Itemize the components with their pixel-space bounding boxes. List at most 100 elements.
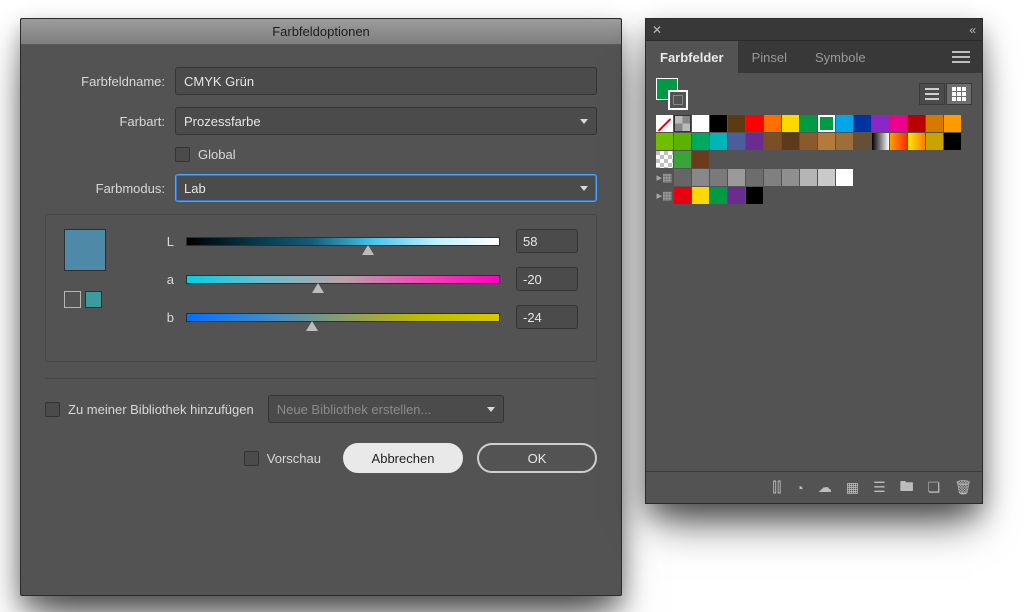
swatch-color[interactable] (746, 169, 763, 186)
swatch-color[interactable] (926, 115, 943, 132)
global-color-swatch (85, 291, 102, 308)
fill-stroke-indicator[interactable] (656, 78, 688, 110)
channel-b-slider[interactable] (186, 313, 500, 322)
swatch-none[interactable] (656, 115, 673, 132)
swatch-group-folder[interactable]: ▸▦ (656, 169, 673, 186)
color-preview-swatch (64, 229, 106, 271)
swatch-gradient[interactable] (908, 133, 925, 150)
swatch-color[interactable] (890, 115, 907, 132)
swatch-color[interactable] (800, 133, 817, 150)
cloud-icon[interactable]: ☁ (818, 479, 832, 496)
swatch-color[interactable] (728, 133, 745, 150)
swatch-color[interactable] (908, 115, 925, 132)
close-icon[interactable]: ✕ (652, 23, 662, 37)
swatch-color[interactable] (764, 133, 781, 150)
grid-view-button[interactable] (946, 83, 972, 105)
swatch-color[interactable] (728, 187, 745, 204)
global-checkbox-box[interactable] (175, 147, 190, 162)
swatch-group-folder[interactable]: ▸▦ (656, 187, 673, 204)
channel-a-label: a (112, 272, 186, 287)
swatch-color[interactable] (854, 115, 871, 132)
swatch-color[interactable] (692, 169, 709, 186)
swatch-color[interactable] (692, 115, 709, 132)
swatch-color[interactable] (656, 133, 673, 150)
add-to-library-checkbox-box[interactable] (45, 402, 60, 417)
swatch-color[interactable] (692, 133, 709, 150)
swatch-color[interactable] (926, 133, 943, 150)
swatch-color[interactable] (710, 133, 727, 150)
tab-farbfelder[interactable]: Farbfelder (646, 41, 738, 73)
swatch-gradient[interactable] (890, 133, 907, 150)
color-mode-select[interactable]: Lab (175, 174, 597, 202)
collapse-icon[interactable]: « (969, 23, 976, 37)
list-view-button[interactable] (919, 83, 945, 105)
channel-a-value[interactable] (516, 267, 578, 291)
folder-new-icon[interactable]: 🖿 (900, 476, 914, 500)
swatch-color[interactable] (800, 169, 817, 186)
swatch-color[interactable] (746, 133, 763, 150)
stroke-swatch[interactable] (668, 90, 688, 110)
global-checkbox-label: Global (198, 147, 236, 162)
trash-icon[interactable]: 🗑 (954, 479, 972, 496)
panel-menu-icon[interactable] (952, 51, 970, 63)
swatch-color[interactable] (746, 187, 763, 204)
swatch-color[interactable] (836, 133, 853, 150)
ok-button[interactable]: OK (477, 443, 597, 473)
swatch-color[interactable] (674, 169, 691, 186)
swatch-color[interactable] (728, 115, 745, 132)
swatch-color[interactable] (692, 151, 709, 168)
swatch-selected[interactable] (818, 115, 835, 132)
swatch-name-input[interactable] (175, 67, 597, 95)
swatch-color[interactable] (728, 169, 745, 186)
swatch-color[interactable] (818, 133, 835, 150)
color-mode-label: Farbmodus: (45, 181, 175, 196)
swatch-color[interactable] (944, 115, 961, 132)
channel-a-slider[interactable] (186, 275, 500, 284)
swatch-color[interactable] (710, 169, 727, 186)
swatch-color[interactable] (782, 133, 799, 150)
tab-symbole[interactable]: Symbole (801, 41, 880, 73)
global-checkbox[interactable]: Global (175, 147, 236, 162)
library-select[interactable]: Neue Bibliothek erstellen... (268, 395, 504, 423)
swatch-color[interactable] (944, 133, 961, 150)
swatch-color[interactable] (674, 151, 691, 168)
channel-b-value[interactable] (516, 305, 578, 329)
swatch-color[interactable] (710, 115, 727, 132)
swatch-color[interactable] (746, 115, 763, 132)
swatch-color[interactable] (836, 115, 853, 132)
swatch-color[interactable] (800, 115, 817, 132)
sliders-group: Lab (45, 214, 597, 362)
preview-checkbox-box[interactable] (244, 451, 259, 466)
swatch-color[interactable] (836, 169, 853, 186)
swatch-color[interactable] (872, 115, 889, 132)
swatch-name-label: Farbfeldname: (45, 74, 175, 89)
swatch-color[interactable] (764, 169, 781, 186)
swatch-registration[interactable] (674, 115, 691, 132)
swatch-color[interactable] (854, 133, 871, 150)
tab-pinsel[interactable]: Pinsel (738, 41, 801, 73)
swatch-pattern[interactable] (656, 151, 673, 168)
channel-L-value[interactable] (516, 229, 578, 253)
library-menu-icon[interactable]: ⫿⫿ (772, 479, 781, 496)
swatch-color[interactable] (818, 169, 835, 186)
swatch-color[interactable] (674, 133, 691, 150)
swatch-color[interactable] (674, 187, 691, 204)
add-to-library-checkbox[interactable]: Zu meiner Bibliothek hinzufügen (45, 402, 254, 417)
new-swatch-icon[interactable]: ❏ (928, 479, 941, 496)
list-icon[interactable]: ☰ (873, 479, 886, 496)
swatch-color[interactable] (692, 187, 709, 204)
swatch-color[interactable] (710, 187, 727, 204)
swatch-color[interactable] (764, 115, 781, 132)
color-type-select[interactable]: Prozessfarbe (175, 107, 597, 135)
chevron-down-icon (580, 186, 588, 191)
swatch-color[interactable] (782, 169, 799, 186)
channel-L-slider[interactable] (186, 237, 500, 246)
swatch-color[interactable] (782, 115, 799, 132)
dialog-title: Farbfeldoptionen (21, 19, 621, 45)
preview-checkbox[interactable]: Vorschau (244, 451, 321, 466)
cancel-button[interactable]: Abbrechen (343, 443, 463, 473)
swatch-kinds-icon[interactable]: ◔ (795, 480, 803, 496)
swatch-options-icon[interactable]: ▦ (846, 479, 859, 496)
swatch-gradient[interactable] (872, 133, 889, 150)
color-type-value: Prozessfarbe (184, 114, 261, 129)
